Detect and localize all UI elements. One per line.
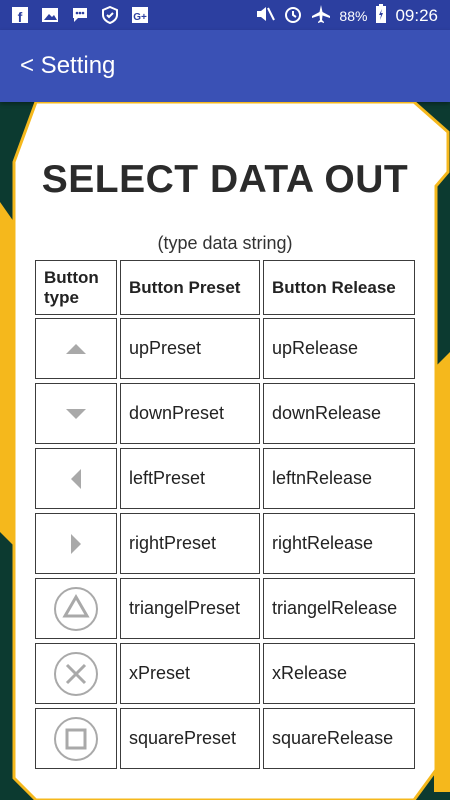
preset-cell-square[interactable]: squarePreset <box>120 708 260 769</box>
release-value: upRelease <box>272 338 359 358</box>
preset-value: squarePreset <box>129 728 237 748</box>
preset-cell-x[interactable]: xPreset <box>120 643 260 704</box>
preset-value: xPreset <box>129 663 191 683</box>
table-header-button-type: Button type <box>35 260 117 315</box>
preset-value: triangelPreset <box>129 598 241 618</box>
release-value: rightRelease <box>272 533 374 553</box>
square-icon <box>36 709 116 768</box>
preset-cell-triangle[interactable]: triangelPreset <box>120 578 260 639</box>
battery-charging-icon <box>375 4 387 27</box>
preset-value: downPreset <box>129 403 225 423</box>
table-row-icon-cell[interactable] <box>35 578 117 639</box>
x-icon <box>36 644 116 703</box>
release-cell-down[interactable]: downRelease <box>263 383 415 444</box>
google-plus-icon: G+ <box>130 5 150 25</box>
airplane-mode-icon <box>311 4 331 27</box>
preset-cell-down[interactable]: downPreset <box>120 383 260 444</box>
arrow-right-icon <box>36 514 116 573</box>
preset-cell-right[interactable]: rightPreset <box>120 513 260 574</box>
release-cell-x[interactable]: xRelease <box>263 643 415 704</box>
table-row-icon-cell[interactable] <box>35 383 117 444</box>
alarm-icon <box>283 4 303 27</box>
gallery-icon <box>40 5 60 25</box>
facebook-icon: f <box>10 5 30 25</box>
header-label: Button Preset <box>129 277 241 297</box>
release-value: squareRelease <box>272 728 394 748</box>
app-bar: < Setting <box>0 30 450 102</box>
battery-level: 88% <box>339 7 368 24</box>
page-subtitle: (type data string) <box>157 233 293 253</box>
table-header-button-release: Button Release <box>263 260 415 315</box>
arrow-up-icon <box>36 319 116 378</box>
release-value: triangelRelease <box>272 598 398 618</box>
table-row-icon-cell[interactable] <box>35 513 117 574</box>
triangle-icon <box>36 579 116 638</box>
shield-icon <box>100 5 120 25</box>
preset-value: rightPreset <box>129 533 217 553</box>
preset-cell-up[interactable]: upPreset <box>120 318 260 379</box>
table-row-icon-cell[interactable] <box>35 643 117 704</box>
page-title: SELECT DATA OUT <box>41 158 409 201</box>
release-cell-right[interactable]: rightRelease <box>263 513 415 574</box>
release-cell-triangle[interactable]: triangelRelease <box>263 578 415 639</box>
release-value: downRelease <box>272 403 382 423</box>
preset-cell-left[interactable]: leftPreset <box>120 448 260 509</box>
header-label: Button type <box>44 267 99 307</box>
header-label: Button Release <box>272 277 396 297</box>
back-button[interactable]: < Setting <box>20 52 115 80</box>
release-cell-square[interactable]: squareRelease <box>263 708 415 769</box>
release-cell-left[interactable]: leftnRelease <box>263 448 415 509</box>
svg-text:G+: G+ <box>133 12 147 23</box>
table-row-icon-cell[interactable] <box>35 318 117 379</box>
table-row-icon-cell[interactable] <box>35 708 117 769</box>
preset-value: upPreset <box>129 338 202 358</box>
status-bar: f G+ 88% 09:26 <box>0 0 450 30</box>
arrow-left-icon <box>36 449 116 508</box>
mute-icon <box>255 5 276 26</box>
table-header-button-preset: Button Preset <box>120 260 260 315</box>
release-cell-up[interactable]: upRelease <box>263 318 415 379</box>
arrow-down-icon <box>36 384 116 443</box>
table-row-icon-cell[interactable] <box>35 448 117 509</box>
release-value: leftnRelease <box>272 468 373 488</box>
clock: 09:26 <box>395 5 438 25</box>
svg-text:f: f <box>18 9 23 24</box>
release-value: xRelease <box>272 663 348 683</box>
message-icon <box>70 5 90 25</box>
preset-value: leftPreset <box>129 468 206 488</box>
